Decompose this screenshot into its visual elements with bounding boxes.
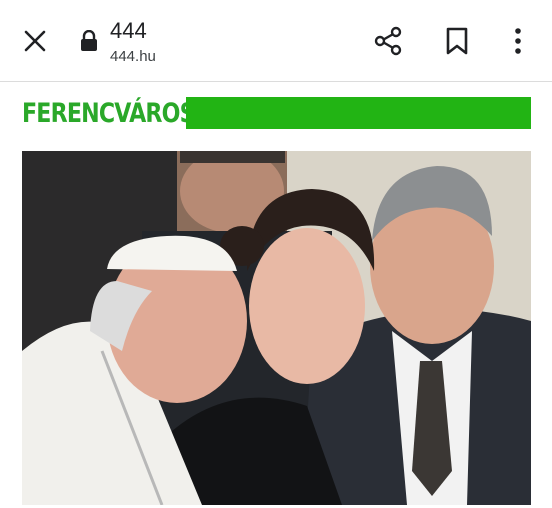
photo-illustration [22, 151, 531, 505]
site-url: 444.hu [110, 48, 156, 65]
more-vert-icon[interactable] [507, 26, 529, 56]
section-label[interactable]: FERENCVÁROS [22, 96, 196, 132]
close-icon[interactable] [20, 26, 50, 56]
article-photo [22, 151, 531, 505]
section-accent-bar [186, 97, 531, 129]
lock-icon [81, 30, 97, 51]
site-title: 444 [110, 18, 147, 43]
share-icon[interactable] [372, 25, 404, 57]
bookmark-icon[interactable] [444, 26, 470, 56]
browser-toolbar: 444 444.hu [0, 0, 552, 82]
